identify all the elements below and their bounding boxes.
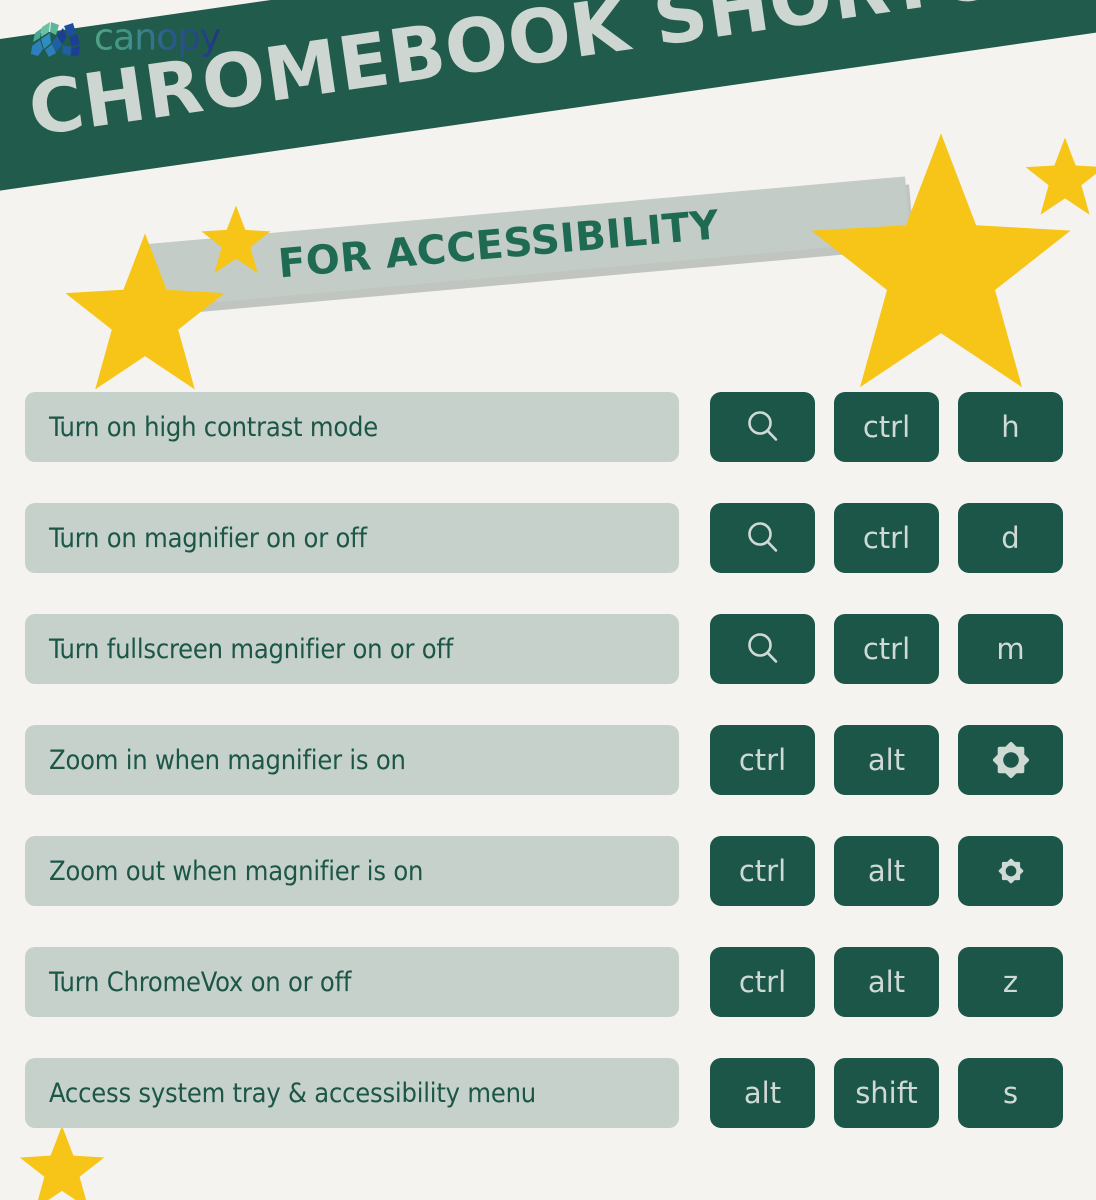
search-icon xyxy=(744,408,782,446)
shortcut-label: Turn on magnifier on or off xyxy=(25,503,679,573)
key-alt[interactable]: alt xyxy=(834,725,939,795)
star-icon-small-right xyxy=(1025,137,1096,215)
shortcut-label: Turn fullscreen magnifier on or off xyxy=(25,614,679,684)
shortcut-key-group: ctrl alt xyxy=(710,836,1063,906)
key-alt[interactable]: alt xyxy=(710,1058,815,1128)
shortcut-key-group: alt shift s xyxy=(710,1058,1063,1128)
key-d[interactable]: d xyxy=(958,503,1063,573)
key-brightness-up-icon[interactable] xyxy=(958,725,1063,795)
shortcut-label: Access system tray & accessibility menu xyxy=(25,1058,679,1128)
infographic-canvas: canopy CHROMEBOOK SHORTCUTS FOR ACCESSIB… xyxy=(0,0,1096,1200)
page-subtitle: FOR ACCESSIBILITY xyxy=(276,202,722,288)
brightness-down-icon xyxy=(997,858,1024,884)
star-icon-small-left xyxy=(201,205,271,274)
brand-logo: canopy xyxy=(26,16,275,62)
shortcut-key-group: ctrl alt z xyxy=(710,947,1063,1017)
key-h[interactable]: h xyxy=(958,392,1063,462)
key-s[interactable]: s xyxy=(958,1058,1063,1128)
shortcut-label: Zoom out when magnifier is on xyxy=(25,836,679,906)
key-ctrl[interactable]: ctrl xyxy=(710,836,815,906)
key-ctrl[interactable]: ctrl xyxy=(710,947,815,1017)
shortcut-row: Turn fullscreen magnifier on or off ctrl m xyxy=(0,614,1096,725)
key-search-icon[interactable] xyxy=(710,503,815,573)
shortcut-key-group: ctrl h xyxy=(710,392,1063,462)
shortcut-row: Zoom out when magnifier is on ctrl alt xyxy=(0,836,1096,947)
key-shift[interactable]: shift xyxy=(834,1058,939,1128)
shortcut-row: Zoom in when magnifier is on ctrl alt xyxy=(0,725,1096,836)
shortcut-list: Turn on high contrast mode ctrl h Turn on m… xyxy=(0,392,1096,1169)
key-search-icon[interactable] xyxy=(710,614,815,684)
key-search-icon[interactable] xyxy=(710,392,815,462)
key-alt[interactable]: alt xyxy=(834,836,939,906)
search-icon xyxy=(744,519,782,557)
key-brightness-down-icon[interactable] xyxy=(958,836,1063,906)
shortcut-key-group: ctrl alt xyxy=(710,725,1063,795)
brightness-up-icon xyxy=(991,741,1030,779)
key-m[interactable]: m xyxy=(958,614,1063,684)
shortcut-key-group: ctrl m xyxy=(710,614,1063,684)
key-z[interactable]: z xyxy=(958,947,1063,1017)
shortcut-row: Turn on magnifier on or off ctrl d xyxy=(0,503,1096,614)
key-alt[interactable]: alt xyxy=(834,947,939,1017)
shortcut-key-group: ctrl d xyxy=(710,503,1063,573)
shortcut-label: Turn ChromeVox on or off xyxy=(25,947,679,1017)
key-ctrl[interactable]: ctrl xyxy=(834,614,939,684)
shortcut-row: Turn ChromeVox on or off ctrl alt z xyxy=(0,947,1096,1058)
shortcut-label: Zoom in when magnifier is on xyxy=(25,725,679,795)
key-ctrl[interactable]: ctrl xyxy=(710,725,815,795)
shortcut-row: Access system tray & accessibility menu a… xyxy=(0,1058,1096,1169)
shortcut-row: Turn on high contrast mode ctrl h xyxy=(0,392,1096,503)
key-ctrl[interactable]: ctrl xyxy=(834,392,939,462)
search-icon xyxy=(744,630,782,668)
shortcut-label: Turn on high contrast mode xyxy=(25,392,679,462)
key-ctrl[interactable]: ctrl xyxy=(834,503,939,573)
canopy-wordmark: canopy xyxy=(94,18,222,58)
canopy-mosaic-logo-icon xyxy=(31,22,80,57)
svg-text:canopy: canopy xyxy=(94,18,221,58)
